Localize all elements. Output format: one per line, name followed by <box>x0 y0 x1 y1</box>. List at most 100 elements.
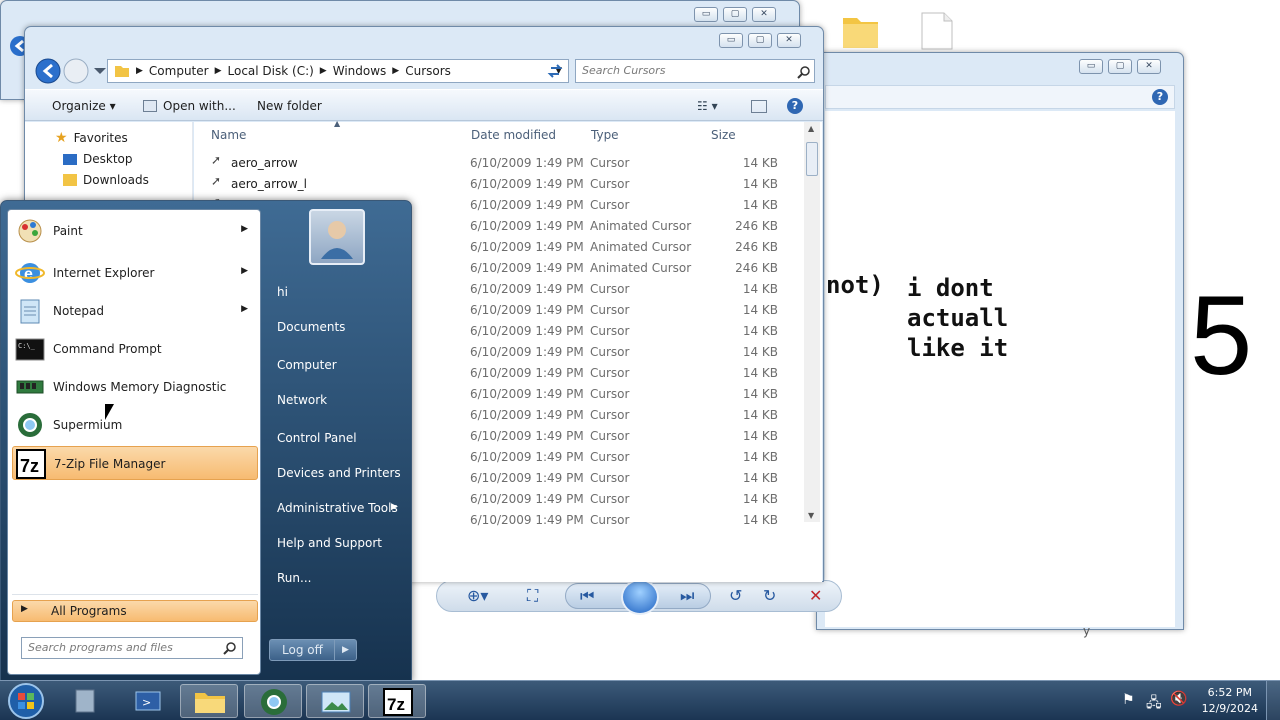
submenu-arrow-icon: ▶ <box>391 502 398 512</box>
open-with-button[interactable]: Open with... <box>163 99 236 113</box>
breadcrumb-item[interactable]: Cursors <box>405 64 451 78</box>
help-support-link[interactable]: Help and Support <box>277 536 382 550</box>
breadcrumb-item[interactable]: Windows <box>333 64 387 78</box>
address-bar[interactable]: ▶ Computer ▶ Local Disk (C:) ▶ Windows ▶… <box>107 59 569 83</box>
program-internet-explorer[interactable]: e Internet Explorer ▶ <box>12 256 258 290</box>
minimize-button[interactable]: ▭ <box>694 7 718 22</box>
nav-buttons <box>35 58 106 84</box>
taskbar-7zip[interactable]: 7z <box>368 684 426 718</box>
action-center-flag-icon[interactable]: ⚑ <box>1122 692 1135 708</box>
shutdown-options-icon[interactable]: ▶ <box>334 640 356 660</box>
photo-controls: ⊕▾ ⛶ ⏮ ⏭ ↺ ↻ ✕ <box>436 579 842 615</box>
rotate-left-icon[interactable]: ↺ <box>729 587 742 605</box>
star-icon: ★ <box>55 130 68 146</box>
start-search-input[interactable]: Search programs and files <box>21 637 243 659</box>
start-orb-icon[interactable] <box>6 681 46 720</box>
clock-date: 12/9/2024 <box>1201 702 1258 715</box>
documents-link[interactable]: Documents <box>277 320 345 334</box>
zoom-icon[interactable]: ⊕▾ <box>467 587 488 605</box>
program-supermium[interactable]: Supermium <box>12 408 258 442</box>
file-date: 6/10/2009 1:49 PM <box>470 303 584 317</box>
file-size: 14 KB <box>742 282 778 296</box>
search-icon <box>797 66 810 79</box>
scroll-down-icon[interactable]: ▼ <box>808 511 814 520</box>
file-size: 14 KB <box>742 429 778 443</box>
maximize-button[interactable]: ▢ <box>748 33 772 48</box>
search-input[interactable]: Search Cursors <box>575 59 815 83</box>
delete-icon[interactable]: ✕ <box>809 587 822 605</box>
folder-icon[interactable] <box>842 10 880 50</box>
network-icon[interactable]: 🖧 <box>1146 692 1162 716</box>
taskbar-explorer[interactable] <box>180 684 238 718</box>
computer-link[interactable]: Computer <box>277 358 337 372</box>
scroll-thumb[interactable] <box>806 142 818 176</box>
file-type: Cursor <box>590 366 630 380</box>
close-button[interactable]: ✕ <box>777 33 801 48</box>
close-button[interactable]: ✕ <box>1137 59 1161 74</box>
maximize-button[interactable]: ▢ <box>723 7 747 22</box>
log-off-button[interactable]: Log off ▶ <box>269 639 357 661</box>
column-header-size[interactable]: Size <box>711 128 736 142</box>
program-memory-diagnostic[interactable]: Windows Memory Diagnostic <box>12 370 258 404</box>
views-icon[interactable]: ☷ ▾ <box>697 99 718 113</box>
scroll-up-icon[interactable]: ▲ <box>808 124 814 133</box>
program-label: Windows Memory Diagnostic <box>53 380 227 394</box>
close-button[interactable]: ✕ <box>752 7 776 22</box>
next-icon[interactable]: ⏭ <box>680 587 694 605</box>
taskbar-app[interactable]: > <box>120 684 178 718</box>
taskbar-photo-viewer[interactable] <box>306 684 364 718</box>
program-paint[interactable]: Paint ▶ <box>12 214 258 248</box>
column-header-date[interactable]: Date modified <box>471 128 556 142</box>
stray-character: y <box>1083 624 1091 638</box>
start-menu: Paint ▶ e Internet Explorer ▶ Notepad ▶ … <box>0 200 412 682</box>
file-icon[interactable] <box>920 12 954 50</box>
program-notepad[interactable]: Notepad ▶ <box>12 294 258 328</box>
user-name-link[interactable]: hi <box>277 285 288 299</box>
internet-explorer-icon: e <box>15 263 45 283</box>
help-icon[interactable]: ? <box>1152 89 1168 105</box>
volume-muted-icon[interactable]: 🔇 <box>1170 691 1187 707</box>
column-header-name[interactable]: Name <box>211 128 246 142</box>
administrative-tools-link[interactable]: Administrative Tools <box>277 501 398 515</box>
all-programs-button[interactable]: ▶ All Programs <box>12 600 258 622</box>
vertical-scrollbar[interactable]: ▲ ▼ <box>804 122 820 522</box>
maximize-button[interactable]: ▢ <box>1108 59 1132 74</box>
supermium-icon <box>261 689 287 715</box>
fit-window-icon[interactable]: ⛶ <box>527 587 538 605</box>
previous-icon[interactable]: ⏮ <box>580 587 594 605</box>
file-size: 246 KB <box>735 261 778 275</box>
column-header-type[interactable]: Type <box>591 128 619 142</box>
show-desktop-button[interactable] <box>1266 681 1280 720</box>
run-link[interactable]: Run... <box>277 571 311 585</box>
network-link[interactable]: Network <box>277 393 327 407</box>
preview-pane-icon[interactable] <box>751 100 767 113</box>
file-size: 14 KB <box>742 387 778 401</box>
minimize-button[interactable]: ▭ <box>1079 59 1103 74</box>
system-clock[interactable]: 6:52 PM 12/9/2024 <box>1202 685 1258 717</box>
taskbar-supermium[interactable] <box>244 684 302 718</box>
new-folder-button[interactable]: New folder <box>257 99 322 113</box>
breadcrumb-item[interactable]: Local Disk (C:) <box>228 64 314 78</box>
help-icon[interactable]: ? <box>787 98 803 114</box>
organize-button[interactable]: Organize ▾ <box>52 99 116 113</box>
nav-desktop[interactable]: Desktop <box>63 152 133 166</box>
mouse-pointer <box>105 404 114 420</box>
taskbar-app[interactable] <box>58 684 116 718</box>
minimize-button[interactable]: ▭ <box>719 33 743 48</box>
program-command-prompt[interactable]: C:\_ Command Prompt <box>12 332 258 366</box>
refresh-icon[interactable] <box>545 61 567 81</box>
rotate-right-icon[interactable]: ↻ <box>763 587 776 605</box>
program-7zip[interactable]: 7z 7-Zip File Manager <box>12 446 258 480</box>
devices-printers-link[interactable]: Devices and Printers <box>277 466 401 480</box>
nav-favorites[interactable]: ★ Favorites <box>55 130 128 146</box>
places-pane: hi Documents Computer Network Control Pa… <box>263 201 411 681</box>
file-row[interactable]: ➚ aero_arrow_l 6/10/2009 1:49 PM Cursor 14 K… <box>209 174 782 195</box>
slideshow-button[interactable] <box>621 579 659 615</box>
svg-text:7z: 7z <box>20 456 39 476</box>
nav-downloads[interactable]: Downloads <box>63 173 149 187</box>
file-row[interactable]: ➚ aero_arrow 6/10/2009 1:49 PM Cursor 14 KB <box>209 153 782 174</box>
control-panel-link[interactable]: Control Panel <box>277 431 357 445</box>
breadcrumb-item[interactable]: Computer <box>149 64 209 78</box>
window-controls: ▭ ▢ ✕ <box>1079 59 1161 74</box>
file-date: 6/10/2009 1:49 PM <box>470 429 584 443</box>
